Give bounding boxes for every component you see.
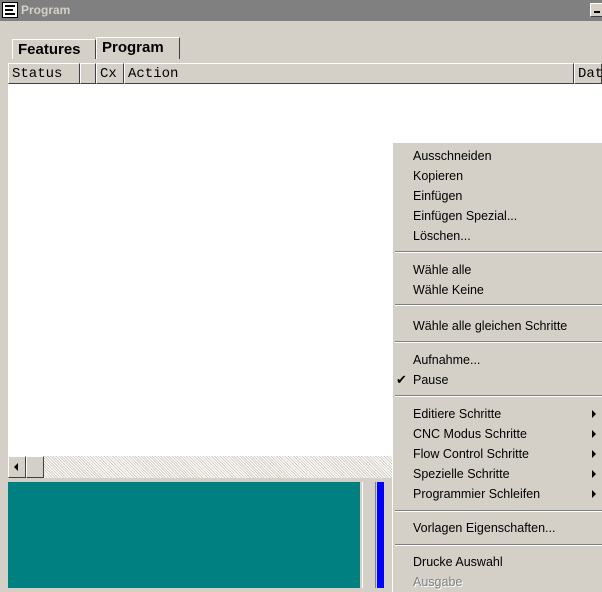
submenu-arrow-icon <box>592 430 596 438</box>
menu-separator <box>395 251 602 253</box>
submenu-arrow-icon <box>592 410 596 418</box>
menu-separator <box>395 304 602 306</box>
menu-separator <box>395 395 602 397</box>
accent-strip <box>377 482 384 588</box>
column-header-dat[interactable]: Dat <box>574 63 602 84</box>
tab-strip: Features Program <box>0 21 602 59</box>
menu-item-einfuegen[interactable]: Einfügen <box>393 186 602 206</box>
tab-features[interactable]: Features <box>12 39 96 59</box>
menu-item-cnc-modus-schritte[interactable]: CNC Modus Schritte <box>393 424 602 444</box>
menu-item-kopieren[interactable]: Kopieren <box>393 166 602 186</box>
menu-item-flow-control-schritte[interactable]: Flow Control Schritte <box>393 444 602 464</box>
program-app-icon <box>2 2 18 18</box>
submenu-arrow-icon <box>592 470 596 478</box>
menu-item-ausgabe[interactable]: Ausgabe <box>393 572 602 592</box>
checkmark-icon: ✔ <box>396 372 407 387</box>
minimize-button[interactable] <box>590 3 602 17</box>
menu-item-aufnahme[interactable]: Aufnahme... <box>393 350 602 370</box>
tab-program[interactable]: Program <box>96 37 180 59</box>
panel-scrollbar[interactable] <box>362 482 376 588</box>
minimize-icon <box>594 11 600 13</box>
context-menu: Ausschneiden Kopieren Einfügen Einfügen … <box>392 142 602 592</box>
menu-separator <box>395 510 602 512</box>
submenu-arrow-icon <box>592 490 596 498</box>
menu-item-waehle-keine[interactable]: Wähle Keine <box>393 280 602 300</box>
preview-panel <box>8 482 360 588</box>
menu-item-programmier-schleifen[interactable]: Programmier Schleifen <box>393 484 602 504</box>
window-titlebar[interactable]: Program <box>0 0 602 21</box>
menu-separator <box>395 544 602 546</box>
menu-item-spezielle-schritte[interactable]: Spezielle Schritte <box>393 464 602 484</box>
arrow-left-icon <box>14 463 18 471</box>
column-header-status[interactable]: Status <box>8 63 80 84</box>
column-header-action[interactable]: Action <box>124 63 574 84</box>
scroll-thumb[interactable] <box>26 456 44 478</box>
menu-item-waehle-alle-gleichen[interactable]: Wähle alle gleichen Schritte <box>393 316 602 336</box>
column-header-cx[interactable]: Cx <box>96 63 124 84</box>
menu-item-waehle-alle[interactable]: Wähle alle <box>393 260 602 280</box>
menu-separator <box>395 341 602 343</box>
menu-item-vorlagen-eigenschaften[interactable]: Vorlagen Eigenschaften... <box>393 518 602 538</box>
menu-item-drucke-auswahl[interactable]: Drucke Auswahl <box>393 552 602 572</box>
menu-item-editiere-schritte[interactable]: Editiere Schritte <box>393 404 602 424</box>
scroll-left-button[interactable] <box>8 456 26 478</box>
menu-item-pause[interactable]: ✔ Pause <box>393 370 602 390</box>
column-header-blank[interactable] <box>80 63 96 84</box>
menu-item-ausschneiden[interactable]: Ausschneiden <box>393 146 602 166</box>
menu-item-loeschen[interactable]: Löschen... <box>393 226 602 246</box>
menu-item-einfuegen-spezial[interactable]: Einfügen Spezial... <box>393 206 602 226</box>
window-title: Program <box>21 3 71 17</box>
column-header-row: Status Cx Action Dat <box>8 63 602 84</box>
submenu-arrow-icon <box>592 450 596 458</box>
